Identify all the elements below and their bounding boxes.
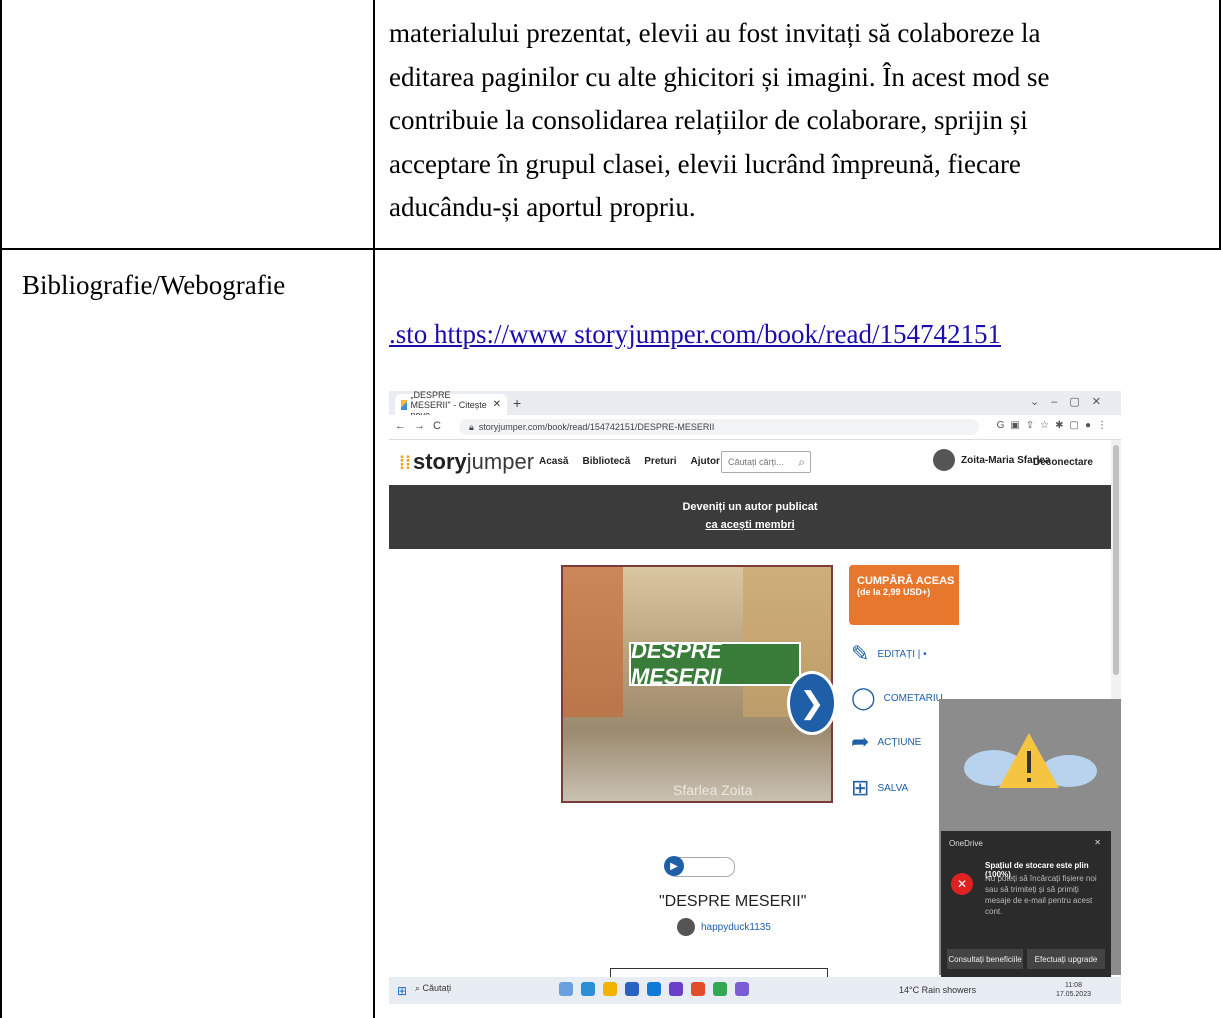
plus-box-icon: ⊞ — [851, 775, 870, 800]
play-icon[interactable]: ▶ — [664, 856, 684, 876]
app-icon[interactable] — [647, 982, 661, 996]
book-title: "DESPRE MESERII" — [659, 893, 807, 910]
body-line: acceptare în grupul clasei, elevii lucrâ… — [389, 148, 1021, 179]
windows-taskbar: ⊞ ⌕ Căutați 14°C Rain showers 11:08 17.0… — [389, 977, 1121, 1004]
taskbar-apps — [559, 982, 749, 996]
app-icon[interactable] — [713, 982, 727, 996]
app-icon[interactable] — [691, 982, 705, 996]
row-divider — [0, 248, 1221, 250]
embedded-screenshot: „DESPRE MESERII" - Citește pove ✕ + ⌄–▢✕… — [389, 391, 1121, 1004]
windows-start-icon[interactable]: ⊞ — [397, 984, 407, 998]
buy-subtitle: (de la 2,99 USD+) — [857, 587, 931, 597]
share-action[interactable]: ➦ ACȚIUNE — [851, 729, 921, 755]
edit-action[interactable]: ✎ EDITAȚI | • — [851, 641, 927, 667]
banner-link[interactable]: ca acești membri — [389, 519, 1111, 531]
cloud-warning-icon — [964, 733, 1097, 788]
save-action[interactable]: ⊞ SALVA — [851, 775, 908, 801]
book-author[interactable]: happyduck1135 — [677, 918, 771, 936]
app-icon[interactable] — [735, 982, 749, 996]
address-bar-row: ←→C 🔒︎ storyjumper.com/book/read/1547421… — [389, 415, 1121, 440]
storyjumper-favicon-icon — [401, 399, 407, 410]
left-border — [0, 0, 2, 1018]
body-line: aducându-și aportul propriu. — [389, 192, 696, 222]
bibliography-label: Bibliografie/Webografie — [22, 270, 286, 300]
next-page-button[interactable]: ❯ — [787, 671, 837, 735]
nav-arrows-icon[interactable]: ←→C — [395, 420, 449, 432]
see-benefits-button[interactable]: Consultați beneficiile — [947, 949, 1023, 969]
column-divider — [373, 0, 375, 1018]
clock-time: 11:08 — [1064, 982, 1082, 989]
app-icon[interactable] — [559, 982, 573, 996]
browser-tab[interactable]: „DESPRE MESERII" - Citește pove ✕ — [395, 391, 507, 420]
logo-text-a: story — [413, 449, 467, 474]
comment-action[interactable]: ◯ COMETARIU — [851, 685, 943, 711]
address-bar[interactable]: 🔒︎ storyjumper.com/book/read/154742151/D… — [459, 419, 979, 435]
logo-dots-icon: ⁞⁞ — [399, 453, 411, 473]
comment-label: COMETARIU — [883, 692, 943, 704]
cover-author: Sfarlea Zoita — [673, 782, 753, 798]
error-icon: ✕ — [951, 873, 973, 895]
site-header: ⁞⁞storyjumper Acasă Bibliotecă Preturi A… — [389, 440, 1111, 484]
new-tab-icon[interactable]: + — [513, 395, 521, 411]
share-arrow-icon: ➦ — [851, 729, 870, 754]
upgrade-button[interactable]: Efectuați upgrade — [1027, 949, 1105, 969]
onedrive-app-name: OneDrive — [949, 839, 983, 848]
body-line: contribuie la consolidarea relațiilor de… — [389, 105, 1028, 135]
close-tab-icon[interactable]: ✕ — [493, 399, 501, 410]
app-icon[interactable] — [603, 982, 617, 996]
menu-item-pricing[interactable]: Preturi — [644, 456, 676, 467]
banner-line-1: Deveniți un autor publicat — [682, 501, 818, 513]
buy-button[interactable]: CUMPĂRĂ ACEAS (de la 2,99 USD+) — [849, 565, 959, 625]
taskbar-search-label: Căutați — [422, 983, 452, 993]
pencil-icon: ✎ — [851, 641, 870, 666]
site-menu: Acasă Bibliotecă Preturi Ajutor — [539, 456, 720, 467]
avatar — [933, 449, 955, 471]
book-author-name: happyduck1135 — [701, 921, 771, 933]
app-icon[interactable] — [625, 982, 639, 996]
weather-widget[interactable]: 14°C Rain showers — [899, 985, 976, 995]
search-placeholder: Căutați cărți... — [728, 457, 784, 467]
app-icon[interactable] — [581, 982, 595, 996]
share-label: ACȚIUNE — [877, 736, 922, 748]
window-controls-icon[interactable]: ⌄–▢✕ — [1030, 395, 1113, 408]
close-icon[interactable]: ✕ — [1094, 838, 1101, 847]
save-label: SALVA — [877, 782, 909, 794]
logo-text-b: jumper — [466, 449, 535, 474]
document-table: materialului prezentat, elevii au fost i… — [0, 0, 1221, 1018]
comment-bubble-icon: ◯ — [851, 685, 876, 710]
menu-item-home[interactable]: Acasă — [539, 456, 568, 467]
menu-item-library[interactable]: Bibliotecă — [582, 456, 630, 467]
search-icon[interactable]: ⌕ — [798, 455, 805, 470]
clock-date: 17.05.2023 — [1055, 991, 1091, 998]
body-line: materialului prezentat, elevii au fost i… — [389, 18, 1041, 48]
browser-extensions-icon[interactable]: G▣⇪☆✱▢●⋮ — [997, 420, 1113, 431]
onedrive-notification: OneDrive ✕ ✕ Spațiul de stocare este pli… — [941, 831, 1111, 977]
cover-building — [563, 567, 623, 717]
system-clock[interactable]: 11:08 17.05.2023 — [1056, 981, 1091, 999]
menu-item-help[interactable]: Ajutor — [691, 456, 720, 467]
app-icon[interactable] — [669, 982, 683, 996]
scrollbar-thumb[interactable] — [1113, 445, 1119, 675]
taskbar-search[interactable]: ⌕ Căutați — [415, 983, 451, 994]
onedrive-message: Nu puteți să încărcați fișiere noi sau s… — [985, 874, 1097, 916]
audio-slider[interactable]: ▶ — [664, 856, 735, 877]
site-search-input[interactable]: Căutați cărți... ⌕ — [721, 451, 811, 473]
lock-icon: 🔒︎ — [469, 421, 474, 432]
buy-title: CUMPĂRĂ ACEAS — [857, 575, 955, 587]
promo-banner: Deveniți un autor publicat ca acești mem… — [389, 485, 1111, 549]
cover-title-sign: DESPRE MESERII — [629, 638, 801, 689]
edit-label: EDITAȚI | • — [877, 648, 927, 660]
storyjumper-logo[interactable]: ⁞⁞storyjumper — [399, 449, 534, 475]
avatar — [677, 918, 695, 936]
url-text: storyjumper.com/book/read/154742151/DESP… — [478, 422, 715, 432]
body-line: editarea paginilor cu alte ghicitori și … — [389, 61, 1050, 92]
logout-link[interactable]: Deconectare — [1033, 457, 1093, 468]
body-paragraph: materialului prezentat, elevii au fost i… — [389, 12, 1209, 230]
browser-tab-bar: „DESPRE MESERII" - Citește pove ✕ + ⌄–▢✕ — [389, 391, 1121, 420]
bibliography-link[interactable]: .sto https://www storyjumper.com/book/re… — [389, 319, 1001, 350]
